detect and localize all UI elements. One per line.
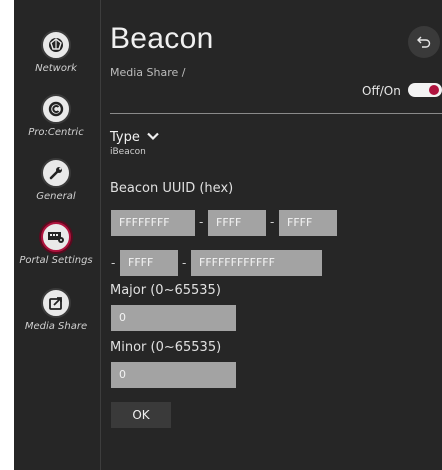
sidebar-item-portal-settings[interactable]: Portal Settings xyxy=(6,222,106,266)
media-share-icon xyxy=(41,288,71,318)
sidebar-item-network[interactable]: Network xyxy=(6,30,106,74)
procentric-icon xyxy=(41,94,71,124)
uuid-separator: - xyxy=(270,215,275,229)
uuid-label: Beacon UUID (hex) xyxy=(110,181,234,196)
back-icon xyxy=(417,36,431,48)
back-button[interactable] xyxy=(408,26,440,58)
major-label: Major (0~65535) xyxy=(110,283,221,298)
sidebar-item-label: Pro:Centric xyxy=(28,127,84,138)
uuid-separator: - xyxy=(111,256,116,270)
type-dropdown[interactable]: Type xyxy=(110,130,159,145)
sidebar-item-label: Media Share xyxy=(24,321,88,332)
sidebar-item-label: Portal Settings xyxy=(19,255,93,266)
uuid-field-1[interactable]: FFFFFFFF xyxy=(111,210,195,236)
toggle-label: Off/On xyxy=(362,84,401,98)
page-title: Beacon xyxy=(110,22,214,55)
uuid-field-4[interactable]: FFFF xyxy=(120,250,178,276)
uuid-field-5[interactable]: FFFFFFFFFFFF xyxy=(191,250,322,276)
sidebar-item-label: General xyxy=(36,191,76,202)
uuid-field-3[interactable]: FFFF xyxy=(279,210,337,236)
wrench-icon xyxy=(41,158,71,188)
divider xyxy=(110,113,442,114)
uuid-separator: - xyxy=(199,215,204,229)
portal-settings-icon xyxy=(41,222,71,252)
uuid-field-2[interactable]: FFFF xyxy=(208,210,266,236)
chevron-down-icon xyxy=(147,132,159,141)
sidebar-item-media-share[interactable]: Media Share xyxy=(6,288,106,332)
sidebar-item-general[interactable]: General xyxy=(6,158,106,202)
ok-button[interactable]: OK xyxy=(111,402,171,428)
minor-label: Minor (0~65535) xyxy=(110,340,222,355)
major-field[interactable]: 0 xyxy=(111,305,236,331)
type-value: iBeacon xyxy=(110,147,146,157)
sidebar-item-label: Network xyxy=(35,63,77,74)
minor-field[interactable]: 0 xyxy=(111,362,236,388)
sidebar-item-procentric[interactable]: Pro:Centric xyxy=(6,94,106,138)
breadcrumb[interactable]: Media Share / xyxy=(110,66,185,79)
toggle-knob xyxy=(429,85,439,95)
uuid-separator: - xyxy=(182,256,187,270)
network-icon xyxy=(41,30,71,60)
beacon-toggle[interactable] xyxy=(408,83,442,97)
type-label: Type xyxy=(110,130,140,145)
